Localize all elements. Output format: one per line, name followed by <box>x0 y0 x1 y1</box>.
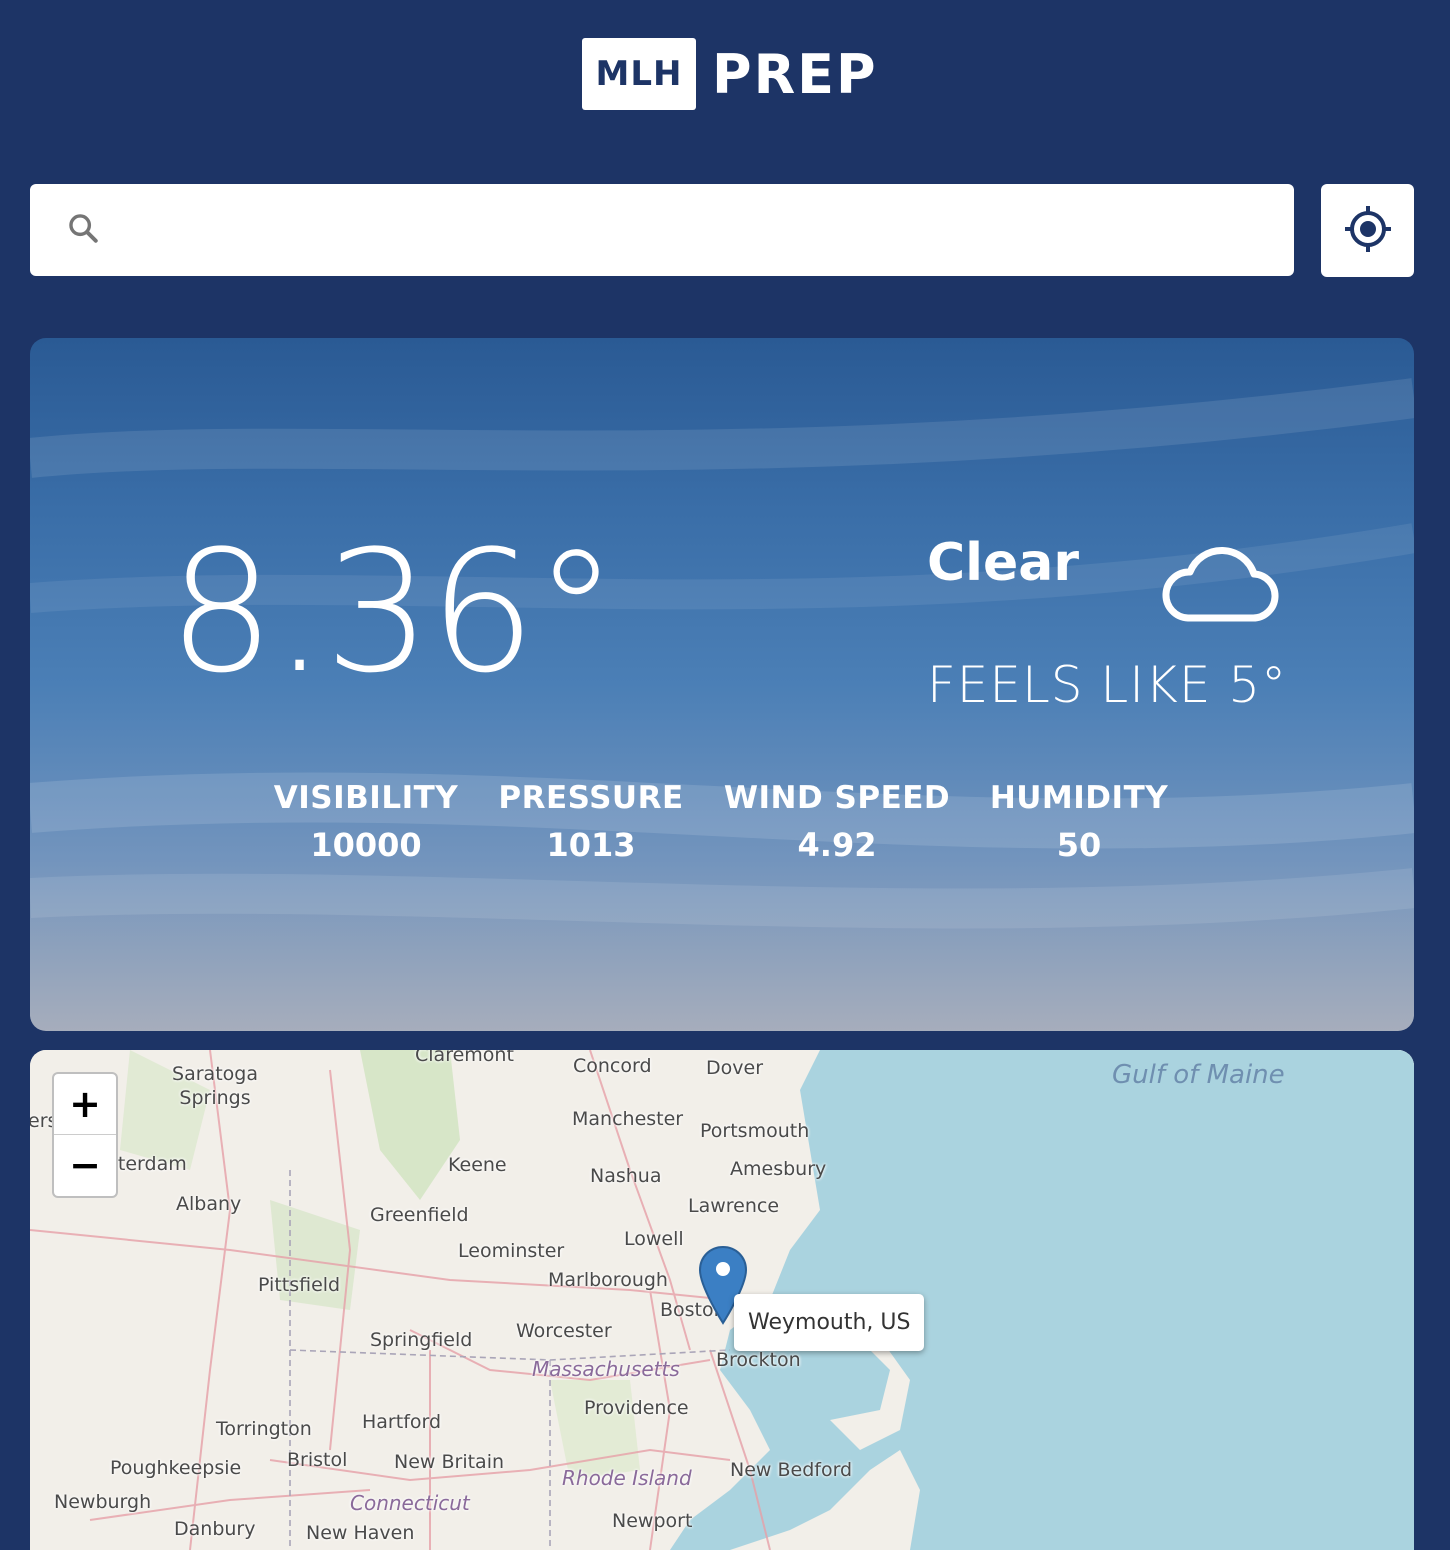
map-city: sterdam <box>108 1153 187 1175</box>
map-city: Torrington <box>216 1418 312 1440</box>
map-state: Connecticut <box>350 1491 470 1515</box>
map-city: New Haven <box>306 1522 415 1544</box>
search-input[interactable] <box>122 199 1274 261</box>
map-city: Dover <box>706 1057 763 1079</box>
stat-label: VISIBILITY <box>273 780 459 816</box>
map-city: Newburgh <box>54 1491 152 1513</box>
map-city: Saratoga Springs <box>172 1063 258 1109</box>
map-city: New Bedford <box>730 1459 853 1481</box>
map-city: Portsmouth <box>700 1120 810 1142</box>
map-city: Newport <box>612 1510 693 1532</box>
map-city: Leominster <box>458 1240 565 1262</box>
feels-like: FEELS LIKE 5° <box>927 656 1288 714</box>
search-icon <box>66 211 100 249</box>
zoom-in-button[interactable]: + <box>54 1074 116 1134</box>
map-city: Worcester <box>516 1320 612 1342</box>
map-state: Massachusetts <box>532 1357 680 1381</box>
map-city: Manchester <box>572 1108 684 1130</box>
stat-label: PRESSURE <box>498 780 684 816</box>
map-city: Keene <box>448 1154 507 1176</box>
map-city: Nashua <box>590 1165 662 1187</box>
temperature: 8.36° <box>168 514 618 710</box>
map-city: Marlborough <box>548 1269 668 1291</box>
map-city: Greenfield <box>370 1204 469 1226</box>
stat-value: 4.92 <box>797 826 877 864</box>
stat-value: 50 <box>1056 826 1102 864</box>
map-city: Danbury <box>174 1518 256 1540</box>
map-city: Lowell <box>624 1228 684 1250</box>
stat-pressure: PRESSURE 1013 <box>498 780 683 864</box>
app-logo: MLH PREP <box>582 38 878 110</box>
map-city: Poughkeepsie <box>110 1457 242 1479</box>
map-city: Amesbury <box>730 1158 827 1180</box>
stat-humidity: HUMIDITY 50 <box>990 780 1168 864</box>
stat-visibility: VISIBILITY 10000 <box>274 780 458 864</box>
weather-card: 8.36° Clear FEELS LIKE 5° VISIBILITY 100… <box>30 338 1414 1031</box>
zoom-out-button[interactable]: − <box>54 1134 116 1195</box>
map-city: Bristol <box>287 1449 348 1471</box>
stat-value: 10000 <box>310 826 422 864</box>
map-city: Providence <box>584 1397 689 1419</box>
map[interactable]: Gulf of Maine Saratoga Springs Claremont… <box>30 1050 1414 1550</box>
locate-button[interactable] <box>1321 184 1414 277</box>
map-city: Albany <box>176 1193 242 1215</box>
zoom-control: + − <box>52 1072 118 1198</box>
map-city: Concord <box>573 1055 652 1077</box>
cloud-icon <box>1160 538 1280 632</box>
stat-value: 1013 <box>546 826 636 864</box>
search-bar <box>30 184 1294 276</box>
map-city: Hartford <box>362 1411 442 1433</box>
logo-text: PREP <box>712 42 878 106</box>
condition: Clear <box>927 533 1079 593</box>
logo-mark: MLH <box>582 38 696 110</box>
stat-wind-speed: WIND SPEED 4.92 <box>724 780 950 864</box>
map-city: Springfield <box>370 1329 473 1351</box>
map-city: Lawrence <box>688 1195 780 1217</box>
map-city: New Britain <box>394 1451 505 1473</box>
marker-popup: Weymouth, US <box>734 1294 925 1351</box>
map-state: Rhode Island <box>562 1466 692 1490</box>
stat-label: HUMIDITY <box>989 780 1169 816</box>
map-city: Pittsfield <box>258 1274 341 1296</box>
map-city: Claremont <box>415 1050 514 1066</box>
map-city: Brockton <box>716 1349 801 1371</box>
stat-label: WIND SPEED <box>723 780 951 816</box>
crosshair-icon <box>1344 205 1392 257</box>
map-label-gulf-of-maine: Gulf of Maine <box>1112 1060 1285 1090</box>
